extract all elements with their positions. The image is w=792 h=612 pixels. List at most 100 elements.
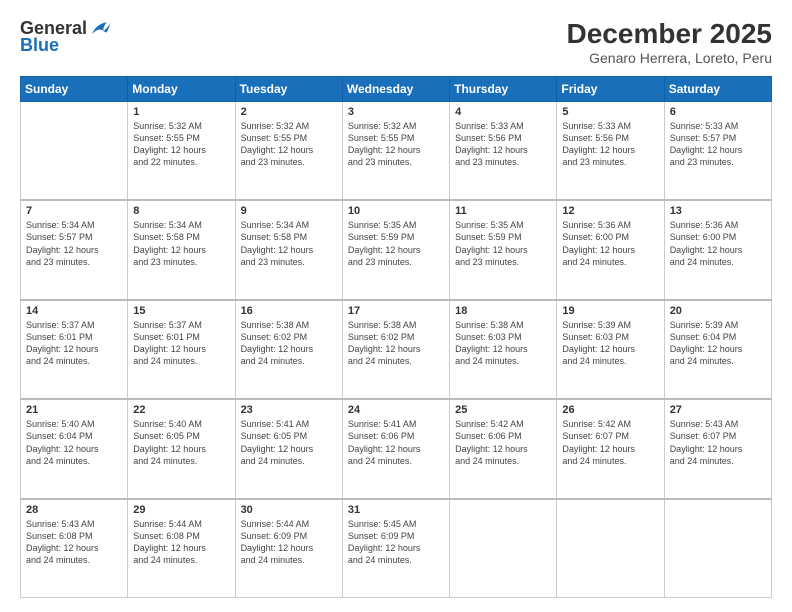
calendar-cell: 31 Sunrise: 5:45 AM Sunset: 6:09 PM Dayli… <box>342 499 449 598</box>
weekday-header-wednesday: Wednesday <box>342 77 449 102</box>
day-number: 27 <box>670 404 766 416</box>
day-info: Sunrise: 5:35 AM Sunset: 5:59 PM Dayligh… <box>455 219 551 268</box>
day-number: 14 <box>26 305 122 317</box>
day-info: Sunrise: 5:40 AM Sunset: 6:05 PM Dayligh… <box>133 418 229 467</box>
calendar-cell: 2 Sunrise: 5:32 AM Sunset: 5:55 PM Daylig… <box>235 102 342 201</box>
day-number: 16 <box>241 305 337 317</box>
calendar-cell: 5 Sunrise: 5:33 AM Sunset: 5:56 PM Daylig… <box>557 102 664 201</box>
calendar-cell: 7Sunrise: 5:34 AM Sunset: 5:57 PM Daylig… <box>21 200 128 299</box>
calendar-week-row: 21Sunrise: 5:40 AM Sunset: 6:04 PM Dayli… <box>21 399 772 498</box>
weekday-header-sunday: Sunday <box>21 77 128 102</box>
calendar-cell: 11 Sunrise: 5:35 AM Sunset: 5:59 PM Dayli… <box>450 200 557 299</box>
header: General Blue December 2025 Genaro Herrer… <box>20 18 772 66</box>
day-number: 25 <box>455 404 551 416</box>
day-info: Sunrise: 5:33 AM Sunset: 5:56 PM Dayligh… <box>562 120 658 169</box>
weekday-header-saturday: Saturday <box>664 77 771 102</box>
day-info: Sunrise: 5:37 AM Sunset: 6:01 PM Dayligh… <box>133 319 229 368</box>
calendar-cell: 6 Sunrise: 5:33 AM Sunset: 5:57 PM Daylig… <box>664 102 771 201</box>
day-number: 8 <box>133 205 229 217</box>
day-number: 4 <box>455 106 551 118</box>
calendar-cell: 3 Sunrise: 5:32 AM Sunset: 5:55 PM Daylig… <box>342 102 449 201</box>
day-number: 10 <box>348 205 444 217</box>
calendar-cell: 21Sunrise: 5:40 AM Sunset: 6:04 PM Dayli… <box>21 399 128 498</box>
day-number: 19 <box>562 305 658 317</box>
month-title: December 2025 <box>567 18 772 50</box>
day-info: Sunrise: 5:38 AM Sunset: 6:02 PM Dayligh… <box>241 319 337 368</box>
calendar-header-row: SundayMondayTuesdayWednesdayThursdayFrid… <box>21 77 772 102</box>
weekday-header-monday: Monday <box>128 77 235 102</box>
calendar-cell: 29Sunrise: 5:44 AM Sunset: 6:08 PM Dayli… <box>128 499 235 598</box>
logo: General Blue <box>20 18 111 56</box>
day-number: 31 <box>348 504 444 516</box>
day-info: Sunrise: 5:39 AM Sunset: 6:03 PM Dayligh… <box>562 319 658 368</box>
day-info: Sunrise: 5:33 AM Sunset: 5:57 PM Dayligh… <box>670 120 766 169</box>
day-info: Sunrise: 5:43 AM Sunset: 6:08 PM Dayligh… <box>26 518 122 567</box>
day-number: 21 <box>26 404 122 416</box>
calendar-cell: 15 Sunrise: 5:37 AM Sunset: 6:01 PM Dayli… <box>128 300 235 399</box>
day-number: 5 <box>562 106 658 118</box>
calendar-cell: 24 Sunrise: 5:41 AM Sunset: 6:06 PM Dayli… <box>342 399 449 498</box>
calendar-cell <box>450 499 557 598</box>
calendar-cell <box>21 102 128 201</box>
day-info: Sunrise: 5:35 AM Sunset: 5:59 PM Dayligh… <box>348 219 444 268</box>
day-number: 6 <box>670 106 766 118</box>
calendar-cell: 30Sunrise: 5:44 AM Sunset: 6:09 PM Dayli… <box>235 499 342 598</box>
day-number: 17 <box>348 305 444 317</box>
day-number: 24 <box>348 404 444 416</box>
calendar-cell: 10 Sunrise: 5:35 AM Sunset: 5:59 PM Dayli… <box>342 200 449 299</box>
calendar-week-row: 7Sunrise: 5:34 AM Sunset: 5:57 PM Daylig… <box>21 200 772 299</box>
day-info: Sunrise: 5:42 AM Sunset: 6:07 PM Dayligh… <box>562 418 658 467</box>
day-number: 23 <box>241 404 337 416</box>
calendar-cell: 16 Sunrise: 5:38 AM Sunset: 6:02 PM Dayli… <box>235 300 342 399</box>
calendar-cell: 22 Sunrise: 5:40 AM Sunset: 6:05 PM Dayli… <box>128 399 235 498</box>
calendar-cell: 23 Sunrise: 5:41 AM Sunset: 6:05 PM Dayli… <box>235 399 342 498</box>
day-info: Sunrise: 5:33 AM Sunset: 5:56 PM Dayligh… <box>455 120 551 169</box>
calendar-cell: 26Sunrise: 5:42 AM Sunset: 6:07 PM Dayli… <box>557 399 664 498</box>
calendar-cell: 27Sunrise: 5:43 AM Sunset: 6:07 PM Dayli… <box>664 399 771 498</box>
title-block: December 2025 Genaro Herrera, Loreto, Pe… <box>567 18 772 66</box>
day-info: Sunrise: 5:34 AM Sunset: 5:58 PM Dayligh… <box>133 219 229 268</box>
calendar-cell: 1 Sunrise: 5:32 AM Sunset: 5:55 PM Daylig… <box>128 102 235 201</box>
calendar-cell: 18 Sunrise: 5:38 AM Sunset: 6:03 PM Dayli… <box>450 300 557 399</box>
day-info: Sunrise: 5:37 AM Sunset: 6:01 PM Dayligh… <box>26 319 122 368</box>
calendar-cell <box>664 499 771 598</box>
calendar-cell <box>557 499 664 598</box>
calendar-cell: 25 Sunrise: 5:42 AM Sunset: 6:06 PM Dayli… <box>450 399 557 498</box>
day-info: Sunrise: 5:32 AM Sunset: 5:55 PM Dayligh… <box>241 120 337 169</box>
location-title: Genaro Herrera, Loreto, Peru <box>567 50 772 66</box>
day-info: Sunrise: 5:32 AM Sunset: 5:55 PM Dayligh… <box>348 120 444 169</box>
day-number: 3 <box>348 106 444 118</box>
day-number: 12 <box>562 205 658 217</box>
calendar-week-row: 14 Sunrise: 5:37 AM Sunset: 6:01 PM Dayli… <box>21 300 772 399</box>
calendar-cell: 19 Sunrise: 5:39 AM Sunset: 6:03 PM Dayli… <box>557 300 664 399</box>
day-info: Sunrise: 5:42 AM Sunset: 6:06 PM Dayligh… <box>455 418 551 467</box>
calendar-week-row: 28 Sunrise: 5:43 AM Sunset: 6:08 PM Dayli… <box>21 499 772 598</box>
day-number: 2 <box>241 106 337 118</box>
day-number: 20 <box>670 305 766 317</box>
day-number: 1 <box>133 106 229 118</box>
day-number: 22 <box>133 404 229 416</box>
day-number: 18 <box>455 305 551 317</box>
calendar-cell: 14 Sunrise: 5:37 AM Sunset: 6:01 PM Dayli… <box>21 300 128 399</box>
day-info: Sunrise: 5:38 AM Sunset: 6:03 PM Dayligh… <box>455 319 551 368</box>
day-number: 15 <box>133 305 229 317</box>
day-info: Sunrise: 5:32 AM Sunset: 5:55 PM Dayligh… <box>133 120 229 169</box>
day-info: Sunrise: 5:45 AM Sunset: 6:09 PM Dayligh… <box>348 518 444 567</box>
day-info: Sunrise: 5:41 AM Sunset: 6:06 PM Dayligh… <box>348 418 444 467</box>
calendar-cell: 13Sunrise: 5:36 AM Sunset: 6:00 PM Dayli… <box>664 200 771 299</box>
weekday-header-tuesday: Tuesday <box>235 77 342 102</box>
calendar-week-row: 1 Sunrise: 5:32 AM Sunset: 5:55 PM Daylig… <box>21 102 772 201</box>
weekday-header-friday: Friday <box>557 77 664 102</box>
day-number: 28 <box>26 504 122 516</box>
calendar-cell: 12Sunrise: 5:36 AM Sunset: 6:00 PM Dayli… <box>557 200 664 299</box>
day-info: Sunrise: 5:34 AM Sunset: 5:58 PM Dayligh… <box>241 219 337 268</box>
day-number: 11 <box>455 205 551 217</box>
calendar-cell: 4 Sunrise: 5:33 AM Sunset: 5:56 PM Daylig… <box>450 102 557 201</box>
day-info: Sunrise: 5:39 AM Sunset: 6:04 PM Dayligh… <box>670 319 766 368</box>
day-number: 13 <box>670 205 766 217</box>
day-number: 9 <box>241 205 337 217</box>
calendar-cell: 28 Sunrise: 5:43 AM Sunset: 6:08 PM Dayli… <box>21 499 128 598</box>
day-info: Sunrise: 5:41 AM Sunset: 6:05 PM Dayligh… <box>241 418 337 467</box>
day-info: Sunrise: 5:44 AM Sunset: 6:09 PM Dayligh… <box>241 518 337 567</box>
day-info: Sunrise: 5:34 AM Sunset: 5:57 PM Dayligh… <box>26 219 122 268</box>
